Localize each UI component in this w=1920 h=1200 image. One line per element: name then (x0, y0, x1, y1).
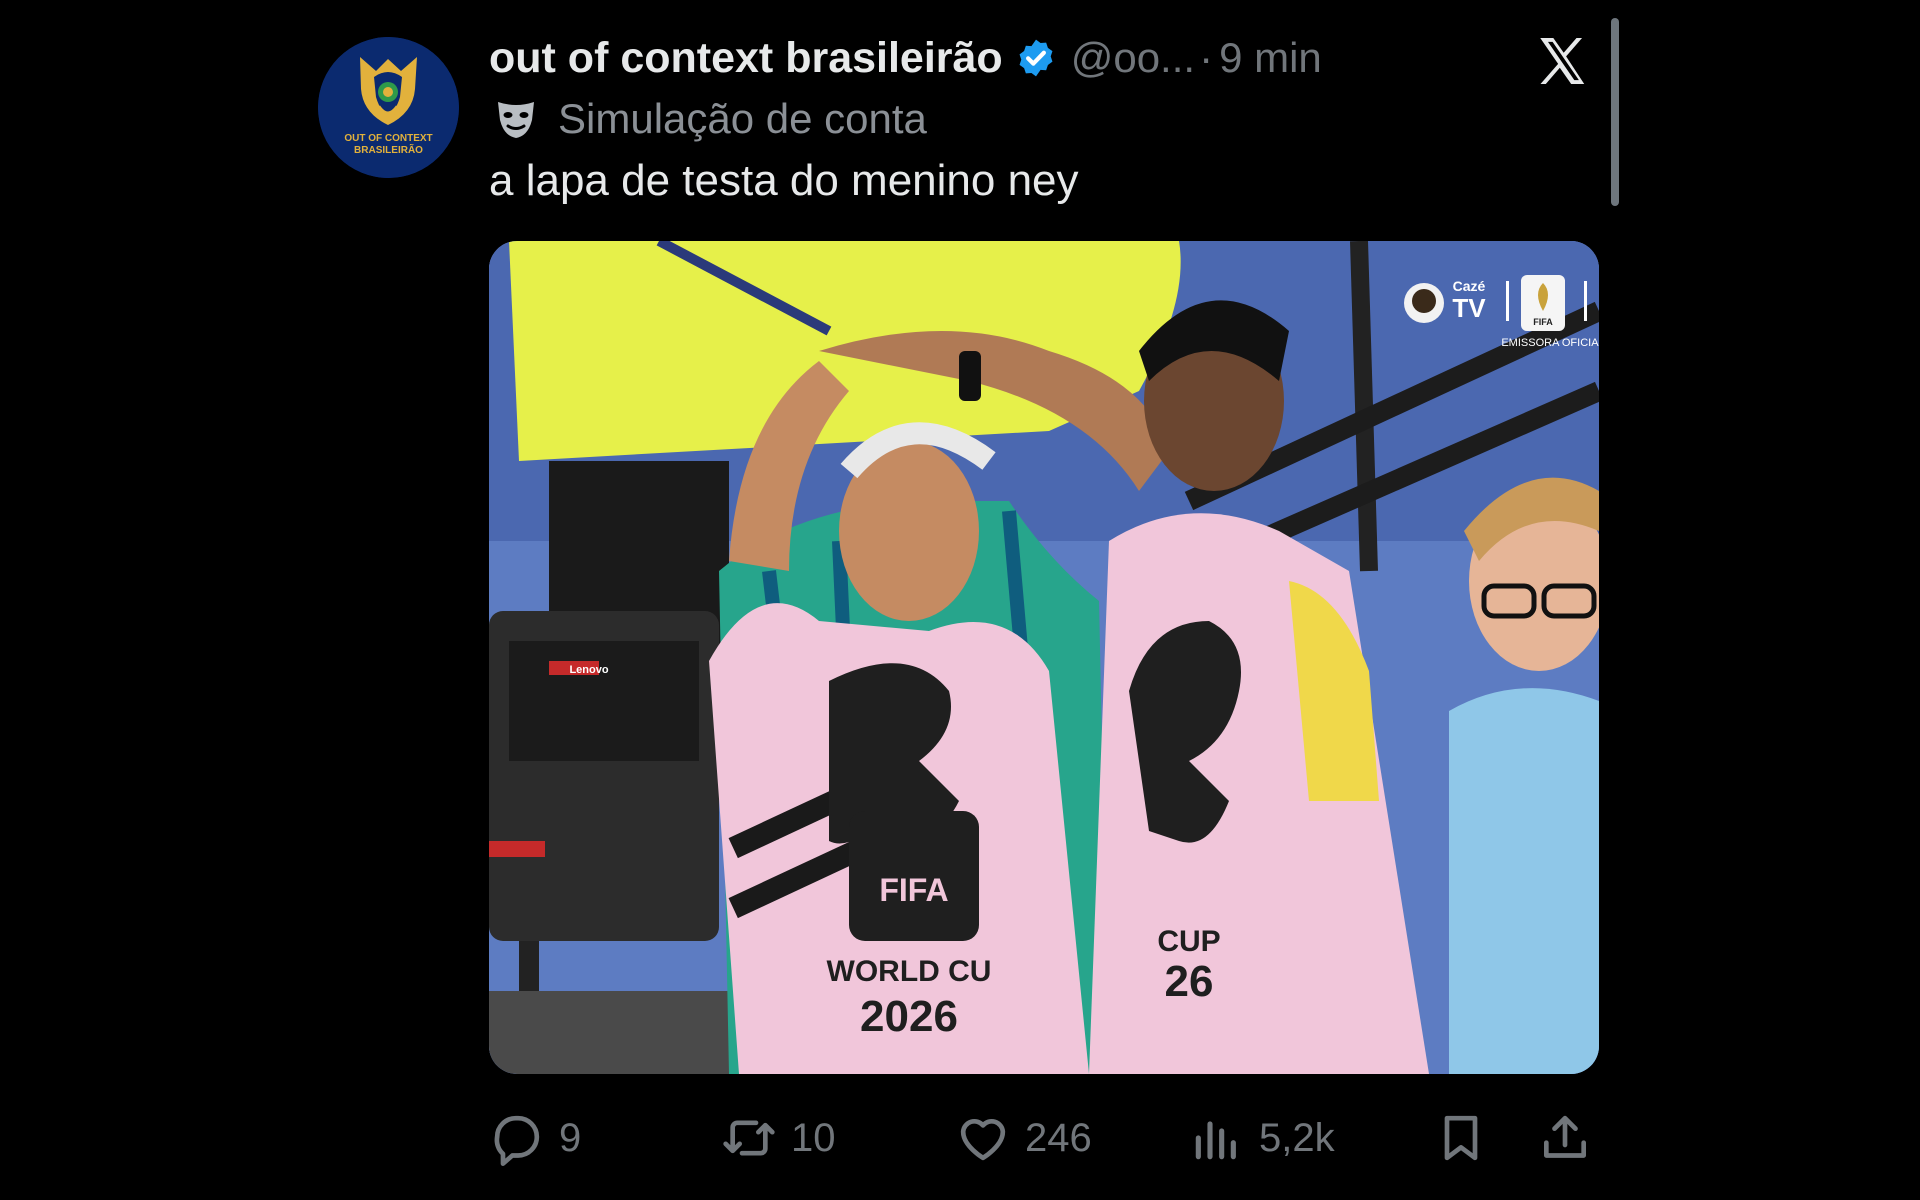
tweet[interactable]: OUT OF CONTEXT BRASILEIRÃO out of contex… (318, 18, 1628, 1188)
bib-cup-partial-text: CUP (1157, 925, 1220, 958)
tweet-media-image[interactable]: FIFA WORLD CU 2026 CUP 26 FA Lenovo Cazé… (489, 241, 1599, 1074)
bookmark-icon (1444, 1115, 1478, 1161)
tweet-text: a lapa de testa do menino ney (489, 156, 1079, 205)
theater-mask-icon (498, 102, 534, 138)
official-broadcaster-label: EMISSORA OFICIAL (1501, 337, 1599, 349)
bookmark-button[interactable] (1433, 1103, 1503, 1173)
reply-icon (494, 1115, 540, 1166)
reply-button[interactable]: 9 (489, 1103, 581, 1173)
x-logo-icon[interactable] (1533, 32, 1591, 90)
author-display-name[interactable]: out of context brasileirão (489, 34, 1003, 83)
repost-button[interactable]: 10 (721, 1103, 836, 1173)
media-photo: FIFA WORLD CU 2026 CUP 26 FA Lenovo Cazé… (489, 241, 1599, 1074)
avatar-text-line2: BRASILEIRÃO (354, 143, 423, 156)
account-label-row: Simulação de conta (494, 92, 927, 146)
account-simulation-label: Simulação de conta (558, 95, 927, 142)
views-count: 5,2k (1259, 1115, 1335, 1160)
tweet-timestamp[interactable]: 9 min (1219, 34, 1322, 82)
verified-badge-icon[interactable] (1015, 37, 1057, 79)
like-button[interactable]: 246 (955, 1103, 1092, 1173)
reply-count: 9 (559, 1115, 582, 1160)
share-button[interactable] (1537, 1103, 1607, 1173)
scrollbar[interactable] (1611, 18, 1619, 206)
bib-worldcup-text: WORLD CU (827, 955, 992, 988)
broadcaster-line2: TV (1452, 293, 1486, 323)
share-icon (1544, 1115, 1586, 1158)
bib-fifa-text: FIFA (879, 872, 948, 908)
lenovo-text: Lenovo (569, 664, 608, 676)
avatar-text-line1: OUT OF CONTEXT (344, 133, 432, 144)
tweet-actions: 9 10 246 5,2k (489, 1103, 1599, 1173)
like-count: 246 (1025, 1115, 1092, 1160)
bib-year-partial-text: 26 (1165, 957, 1214, 1006)
heart-icon (960, 1118, 1006, 1161)
brasileirao-logo-icon: OUT OF CONTEXT BRASILEIRÃO (318, 37, 459, 178)
repost-count: 10 (791, 1115, 836, 1160)
views-button[interactable]: 5,2k (1189, 1103, 1335, 1173)
views-chart-icon (1195, 1121, 1236, 1160)
repost-icon (723, 1120, 775, 1156)
fifa-badge-text: FIFA (1533, 317, 1553, 327)
separator-dot: · (1199, 34, 1214, 81)
author-handle[interactable]: @oo... (1071, 34, 1195, 82)
broadcaster-line1: Cazé (1453, 278, 1486, 294)
author-avatar[interactable]: OUT OF CONTEXT BRASILEIRÃO (318, 37, 459, 178)
bib-fa-partial-text: FA (1125, 855, 1163, 888)
tweet-header: out of context brasileirão @oo... · 9 mi… (489, 28, 1322, 88)
bib-year-text: 2026 (860, 992, 958, 1041)
